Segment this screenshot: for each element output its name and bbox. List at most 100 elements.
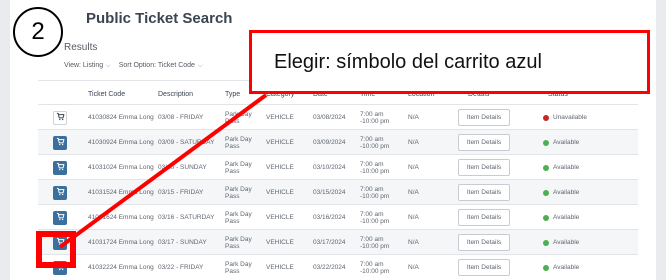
shopping-cart-icon (56, 162, 65, 173)
page-title: Public Ticket Search (86, 10, 233, 27)
table-row: 41030824 Emma Long 03/08 - FRIDAY Park Day… (38, 104, 638, 129)
status-dot-icon (543, 139, 549, 146)
ticket-time: 7:00 am -10:00 pm (360, 210, 390, 225)
ticket-table-body: 41030824 Emma Long 03/08 - FRIDAY Park Day… (38, 104, 638, 279)
column-header-ticket-code: Ticket Code (88, 91, 126, 98)
ticket-type: Park Day Pass (225, 110, 252, 125)
table-row: 41030924 Emma Long 03/09 - SATURDAY Park D… (38, 129, 638, 154)
ticket-location: N/A (408, 189, 419, 196)
table-row: 41031624 Emma Long 03/16 - SATURDAY Park D… (38, 204, 638, 229)
status-dot-icon (543, 189, 549, 196)
status-badge: Available (553, 214, 580, 221)
status-badge: Available (553, 164, 580, 171)
status-dot-icon (543, 164, 549, 171)
ticket-location: N/A (408, 239, 419, 246)
ticket-description: 03/08 - FRIDAY (158, 114, 204, 121)
ticket-code: 41032224 Emma Long (88, 264, 154, 271)
status-badge: Unavailable (553, 114, 587, 121)
status-badge: Available (553, 239, 580, 246)
item-details-button[interactable]: Item Details (458, 159, 510, 176)
ticket-date: 03/22/2024 (313, 264, 346, 271)
ticket-category: VEHICLE (266, 114, 294, 121)
view-sort-options: View: Listing ⌵ Sort Option: Ticket Code ⌵ (64, 62, 209, 70)
ticket-type: Park Day Pass (225, 135, 252, 150)
ticket-type: Park Day Pass (225, 160, 252, 175)
ticket-time: 7:00 am -10:00 pm (360, 110, 390, 125)
step-number-badge: 2 (13, 7, 63, 57)
status-badge: Available (553, 139, 580, 146)
status-dot-icon (543, 239, 549, 246)
add-to-cart-button[interactable] (53, 210, 67, 225)
ticket-time: 7:00 am -10:00 pm (360, 135, 390, 150)
ticket-category: VEHICLE (266, 189, 294, 196)
shopping-cart-icon (56, 112, 65, 123)
table-row: 41031724 Emma Long 03/17 - SUNDAY Park Day… (38, 229, 638, 254)
ticket-time: 7:00 am -10:00 pm (360, 260, 390, 275)
ticket-date: 03/17/2024 (313, 239, 346, 246)
instruction-callout: Elegir: símbolo del carrito azul (249, 30, 650, 94)
ticket-type: Park Day Pass (225, 185, 252, 200)
ticket-date: 03/08/2024 (313, 114, 346, 121)
ticket-time: 7:00 am -10:00 pm (360, 235, 390, 250)
ticket-description: 03/16 - SATURDAY (158, 214, 215, 221)
ticket-description: 03/17 - SUNDAY (158, 239, 207, 246)
add-to-cart-button[interactable] (53, 160, 67, 175)
ticket-location: N/A (408, 139, 419, 146)
ticket-date: 03/09/2024 (313, 139, 346, 146)
ticket-category: VEHICLE (266, 264, 294, 271)
ticket-time: 7:00 am -10:00 pm (360, 160, 390, 175)
ticket-location: N/A (408, 114, 419, 121)
status-dot-icon (543, 264, 549, 271)
item-details-button[interactable]: Item Details (458, 184, 510, 201)
status-badge: Available (553, 189, 580, 196)
shopping-cart-icon (56, 137, 65, 148)
ticket-description: 03/09 - SATURDAY (158, 139, 215, 146)
cart-highlight-box (36, 231, 76, 268)
ticket-category: VEHICLE (266, 139, 294, 146)
column-header-description: Description (158, 91, 194, 98)
ticket-location: N/A (408, 164, 419, 171)
add-to-cart-button[interactable] (53, 110, 67, 125)
ticket-type: Park Day Pass (225, 235, 252, 250)
item-details-button[interactable]: Item Details (458, 134, 510, 151)
table-row: 41031024 Emma Long 03/10 - SUNDAY Park Day… (38, 154, 638, 179)
table-row: 41031524 Emma Long 03/15 - FRIDAY Park Day… (38, 179, 638, 204)
item-details-button[interactable]: Item Details (458, 234, 510, 251)
ticket-type: Park Day Pass (225, 210, 252, 225)
ticket-date: 03/15/2024 (313, 189, 346, 196)
ticket-category: VEHICLE (266, 214, 294, 221)
item-details-button[interactable]: Item Details (458, 259, 510, 276)
shopping-cart-icon (56, 212, 65, 223)
ticket-code: 41030924 Emma Long (88, 139, 154, 146)
ticket-description: 03/22 - FRIDAY (158, 264, 204, 271)
ticket-location: N/A (408, 264, 419, 271)
ticket-code: 41030824 Emma Long (88, 114, 154, 121)
ticket-code: 41031624 Emma Long (88, 214, 154, 221)
ticket-category: VEHICLE (266, 164, 294, 171)
ticket-code: 41031524 Emma Long (88, 189, 154, 196)
ticket-location: N/A (408, 214, 419, 221)
sort-dropdown[interactable]: Sort Option: Ticket Code (119, 62, 195, 69)
status-dot-icon (543, 214, 549, 221)
ticket-time: 7:00 am -10:00 pm (360, 185, 390, 200)
ticket-code: 41031724 Emma Long (88, 239, 154, 246)
status-badge: Available (553, 264, 580, 271)
status-dot-icon (543, 114, 549, 121)
column-header-type: Type (225, 91, 241, 98)
add-to-cart-button[interactable] (53, 135, 67, 150)
results-heading: Results (64, 42, 98, 53)
ticket-description: 03/10 - SUNDAY (158, 164, 207, 171)
shopping-cart-icon (56, 187, 65, 198)
ticket-code: 41031024 Emma Long (88, 164, 154, 171)
view-dropdown[interactable]: View: Listing (64, 62, 103, 69)
add-to-cart-button[interactable] (53, 185, 67, 200)
ticket-date: 03/16/2024 (313, 214, 346, 221)
item-details-button[interactable]: Item Details (458, 109, 510, 126)
ticket-type: Park Day Pass (225, 260, 252, 275)
ticket-description: 03/15 - FRIDAY (158, 189, 204, 196)
chevron-down-icon: ⌵ (197, 63, 203, 69)
ticket-date: 03/10/2024 (313, 164, 346, 171)
item-details-button[interactable]: Item Details (458, 209, 510, 226)
chevron-down-icon: ⌵ (106, 63, 111, 69)
table-row: 41032224 Emma Long 03/22 - FRIDAY Park Day… (38, 254, 638, 279)
